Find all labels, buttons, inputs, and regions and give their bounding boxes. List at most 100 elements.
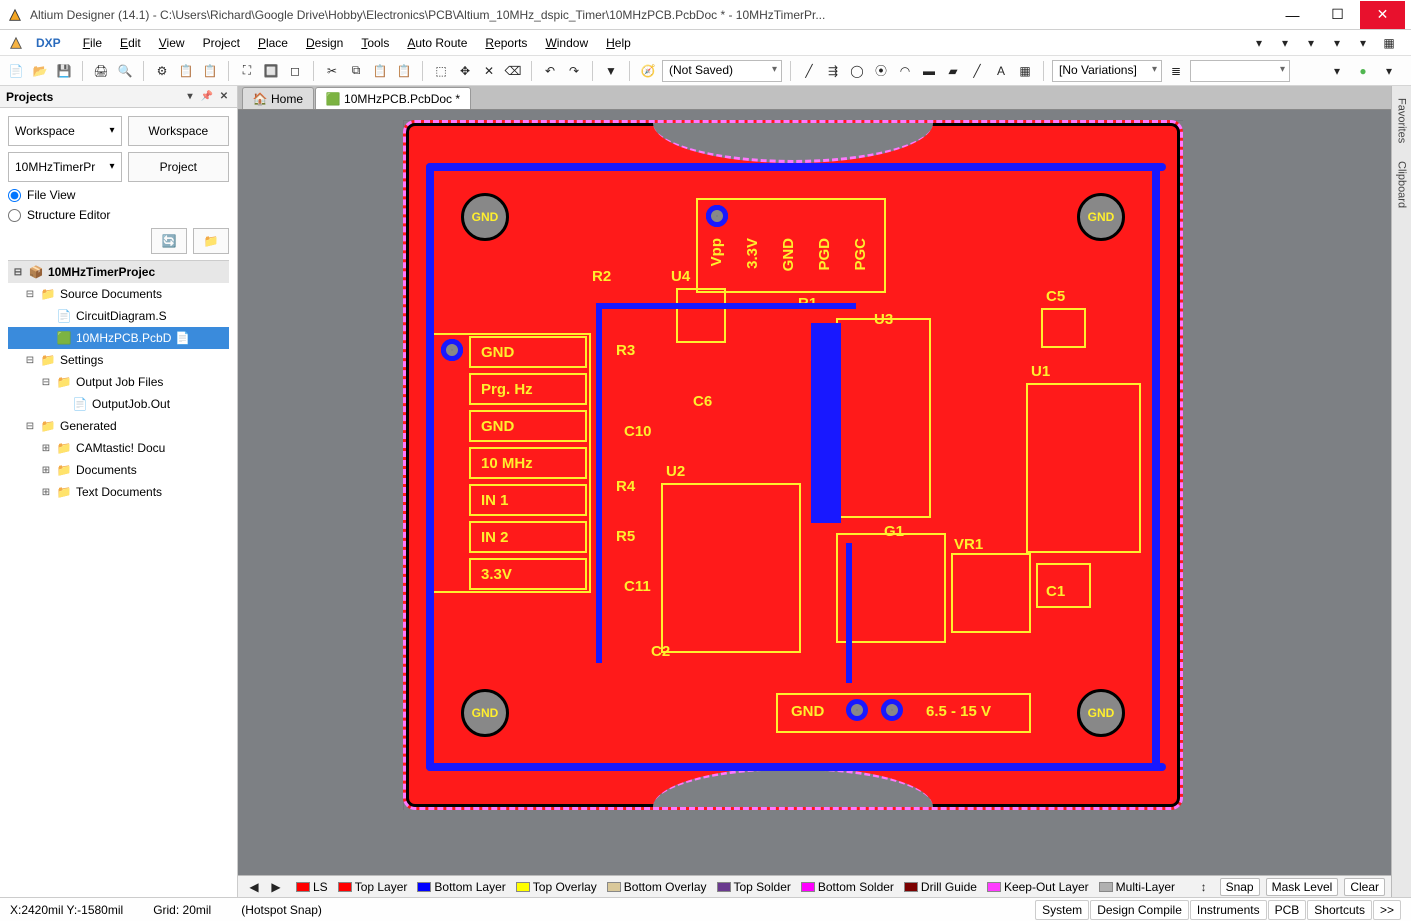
menu-autoroute[interactable]: Auto Route	[399, 33, 475, 53]
layer-combo[interactable]	[1190, 60, 1290, 82]
route-track-icon[interactable]: ╱	[799, 61, 819, 81]
status-btn-pcb[interactable]: PCB	[1268, 900, 1307, 920]
status-btn-design-compile[interactable]: Design Compile	[1090, 900, 1189, 920]
tree-options-icon[interactable]: 📁	[193, 228, 229, 254]
mask-level-button[interactable]: Mask Level	[1266, 878, 1339, 896]
print-icon[interactable]: 🖨	[91, 61, 111, 81]
layer-tab-bottom-layer[interactable]: Bottom Layer	[417, 880, 505, 894]
tab-pcb[interactable]: 🟩10MHzPCB.PcbDoc *	[315, 87, 471, 109]
zoom-sel-icon[interactable]: ◻	[285, 61, 305, 81]
layer-tab-top-solder[interactable]: Top Solder	[717, 880, 791, 894]
workspace-combo[interactable]: Workspace	[8, 116, 122, 146]
place-arc-icon[interactable]: ◠	[895, 61, 915, 81]
layer-tab-bottom-solder[interactable]: Bottom Solder	[801, 880, 894, 894]
nav-fwd-icon[interactable]: ▾	[1379, 61, 1399, 81]
doc1-icon[interactable]: 📋	[176, 61, 196, 81]
minimize-button[interactable]: —	[1270, 1, 1315, 29]
toolbar-dropdown-2-icon[interactable]: ▾	[1275, 33, 1295, 53]
tree-settings[interactable]: ⊟📁Settings	[8, 349, 229, 371]
layer-next-icon[interactable]: ▶	[266, 877, 286, 897]
toolbar-dropdown-1-icon[interactable]: ▾	[1249, 33, 1269, 53]
status-btn-shortcuts[interactable]: Shortcuts	[1307, 900, 1372, 920]
new-icon[interactable]: 📄	[6, 61, 26, 81]
app-menu-icon[interactable]	[6, 33, 26, 53]
menu-view[interactable]: View	[151, 33, 193, 53]
compile-icon[interactable]: ⚙	[152, 61, 172, 81]
tree-schematic[interactable]: 📄CircuitDiagram.S	[8, 305, 229, 327]
tree-text-documents[interactable]: ⊞📁Text Documents	[8, 481, 229, 503]
variations-combo[interactable]: [No Variations]	[1052, 60, 1162, 82]
cut-icon[interactable]: ✂	[322, 61, 342, 81]
layer-tab-top-layer[interactable]: Top Layer	[338, 880, 408, 894]
layer-tab-top-overlay[interactable]: Top Overlay	[516, 880, 597, 894]
doc2-icon[interactable]: 📋	[200, 61, 220, 81]
layer-tab-bottom-overlay[interactable]: Bottom Overlay	[607, 880, 707, 894]
place-poly-icon[interactable]: ▰	[943, 61, 963, 81]
maximize-button[interactable]: ☐	[1315, 1, 1360, 29]
tree-camtastic[interactable]: ⊞📁CAMtastic! Docu	[8, 437, 229, 459]
panel-pin-icon[interactable]: 📌	[200, 90, 214, 104]
toolbar-dropdown-3-icon[interactable]: ▾	[1301, 33, 1321, 53]
layer-tab-multi-layer[interactable]: Multi-Layer	[1099, 880, 1175, 894]
zoom-fit-icon[interactable]: ⛶	[237, 61, 257, 81]
toolbar-grid-icon[interactable]: ▦	[1379, 33, 1399, 53]
tree-output-job-file[interactable]: 📄OutputJob.Out	[8, 393, 229, 415]
tab-home[interactable]: 🏠Home	[242, 87, 314, 109]
place-via-icon[interactable]: ⦿	[871, 61, 891, 81]
layer-tab-ls[interactable]: LS	[296, 880, 328, 894]
layer-config-icon[interactable]: ↕	[1194, 877, 1214, 897]
refresh-icon[interactable]: 🔄	[151, 228, 187, 254]
tree-output-job-folder[interactable]: ⊟📁Output Job Files	[8, 371, 229, 393]
tree-documents[interactable]: ⊞📁Documents	[8, 459, 229, 481]
rail-favorites[interactable]: Favorites	[1394, 92, 1410, 149]
menu-tools[interactable]: Tools	[353, 33, 397, 53]
menu-edit[interactable]: Edit	[112, 33, 149, 53]
toolbar-dropdown-5-icon[interactable]: ▾	[1353, 33, 1373, 53]
rail-clipboard[interactable]: Clipboard	[1394, 155, 1410, 214]
paste2-icon[interactable]: 📋	[394, 61, 414, 81]
layer-tab-keep-out-layer[interactable]: Keep-Out Layer	[987, 880, 1089, 894]
clear-icon[interactable]: ⌫	[503, 61, 523, 81]
menu-place[interactable]: Place	[250, 33, 296, 53]
menu-reports[interactable]: Reports	[477, 33, 535, 53]
tree-source-documents[interactable]: ⊟📁Source Documents	[8, 283, 229, 305]
deselect-icon[interactable]: ✕	[479, 61, 499, 81]
route-diff-icon[interactable]: ⇶	[823, 61, 843, 81]
project-combo[interactable]: 10MHzTimerPr	[8, 152, 122, 182]
place-fill-icon[interactable]: ▬	[919, 61, 939, 81]
paste-icon[interactable]: 📋	[370, 61, 390, 81]
place-comp-icon[interactable]: ▦	[1015, 61, 1035, 81]
save-icon[interactable]: 💾	[54, 61, 74, 81]
menu-dxp[interactable]: DXP	[28, 33, 69, 53]
place-line-icon[interactable]: ╱	[967, 61, 987, 81]
preview-icon[interactable]: 🔍	[115, 61, 135, 81]
layer-stack-icon[interactable]: ≣	[1166, 61, 1186, 81]
layer-prev-icon[interactable]: ◀	[244, 877, 264, 897]
status-btn-instruments[interactable]: Instruments	[1190, 900, 1267, 920]
select-icon[interactable]: ⬚	[431, 61, 451, 81]
status-btn--[interactable]: >>	[1373, 900, 1401, 920]
file-view-radio[interactable]: File View	[8, 188, 229, 202]
menu-design[interactable]: Design	[298, 33, 351, 53]
place-pad-icon[interactable]: ◯	[847, 61, 867, 81]
move-icon[interactable]: ✥	[455, 61, 475, 81]
browse-icon[interactable]: 🧭	[638, 61, 658, 81]
project-button[interactable]: Project	[128, 152, 230, 182]
copy-icon[interactable]: ⧉	[346, 61, 366, 81]
undo-icon[interactable]: ↶	[540, 61, 560, 81]
place-string-icon[interactable]: A	[991, 61, 1011, 81]
view-config-combo[interactable]: (Not Saved)	[662, 60, 782, 82]
panel-dropdown-icon[interactable]: ▾	[183, 90, 197, 104]
layer-tab-drill-guide[interactable]: Drill Guide	[904, 880, 977, 894]
nav-add-icon[interactable]: ●	[1353, 61, 1373, 81]
snap-button[interactable]: Snap	[1220, 878, 1260, 896]
nav-back-icon[interactable]: ▾	[1327, 61, 1347, 81]
tree-pcb-doc[interactable]: 🟩10MHzPCB.PcbD📄	[8, 327, 229, 349]
close-button[interactable]: ✕	[1360, 1, 1405, 29]
menu-window[interactable]: Window	[537, 33, 596, 53]
panel-close-icon[interactable]: ✕	[217, 90, 231, 104]
menu-file[interactable]: File	[75, 33, 110, 53]
structure-editor-radio[interactable]: Structure Editor	[8, 208, 229, 222]
filter-icon[interactable]: ▼	[601, 61, 621, 81]
menu-project[interactable]: Project	[195, 33, 248, 53]
